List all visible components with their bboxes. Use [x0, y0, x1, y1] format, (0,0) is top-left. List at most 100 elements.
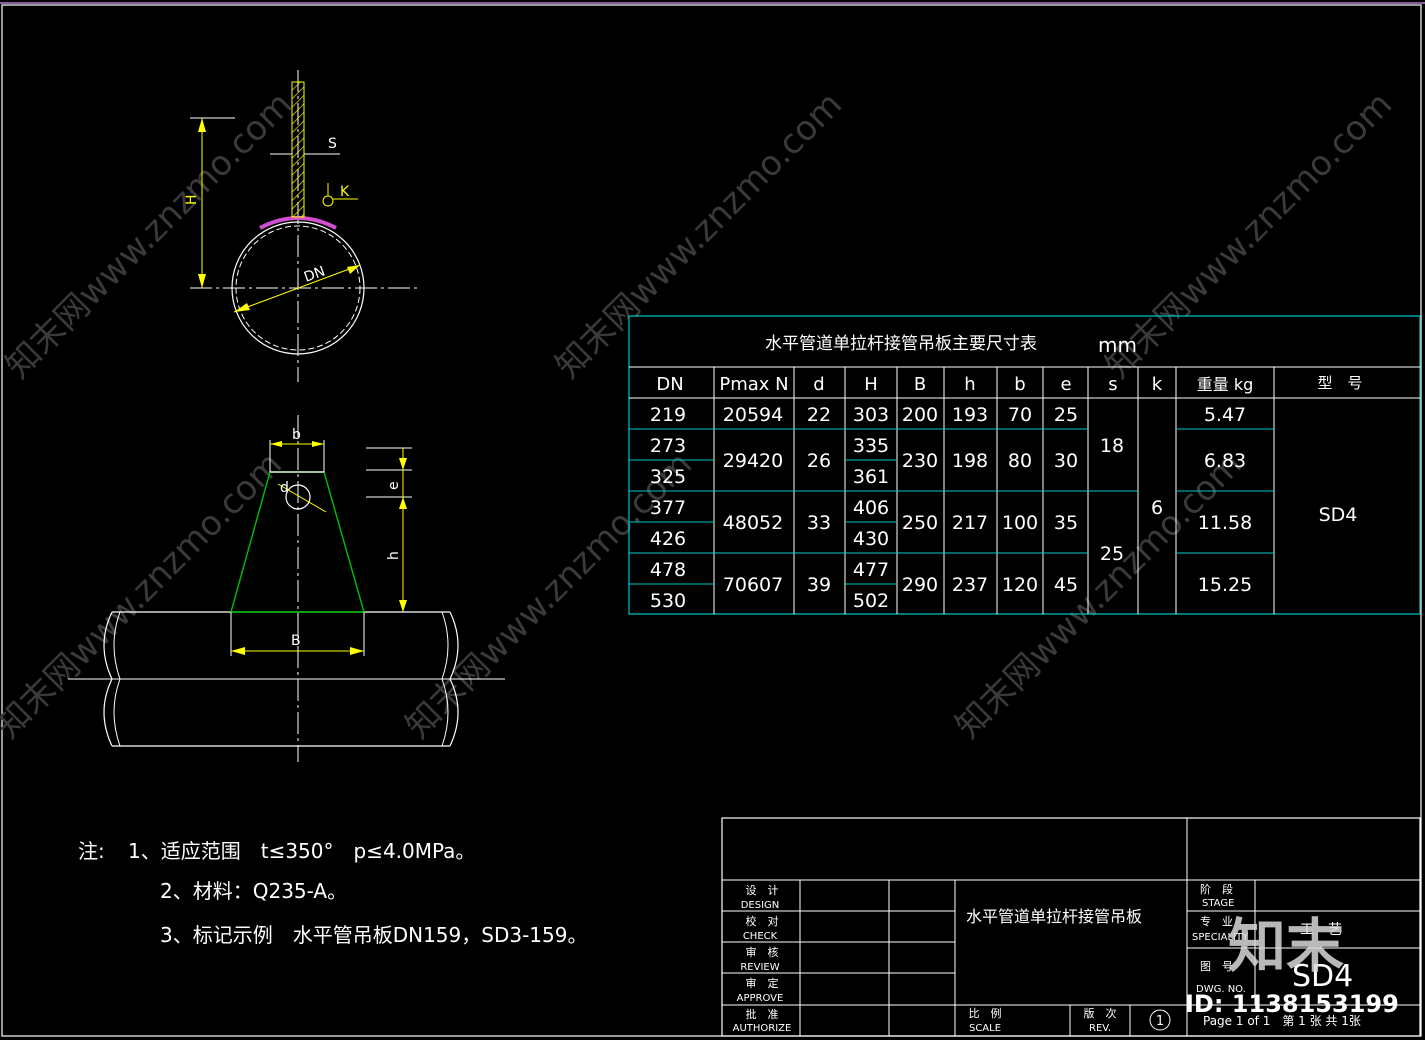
cell-dn: 325 [650, 466, 686, 488]
scale-cn: 比 例 [969, 1006, 1002, 1020]
role-cn: 设 计 [746, 884, 779, 897]
rev-en: REV. [1089, 1023, 1111, 1034]
note-line: 2、材料：Q235-A。 [160, 879, 347, 903]
cell-d: 26 [807, 450, 831, 472]
scale-en: SCALE [969, 1023, 1001, 1034]
stage-cn: 阶 段 [1200, 882, 1233, 896]
cell-pmax: 70607 [723, 574, 783, 596]
role-en: CHECK [743, 931, 778, 942]
notes-prefix: 注: [78, 839, 105, 863]
cell-dn: 219 [650, 404, 686, 426]
cell-kg: 11.58 [1198, 512, 1252, 534]
cell-d: 39 [807, 574, 831, 596]
dimension-table: 水平管道单拉杆接管吊板主要尺寸表 mm DN Pmax N d H B h b … [628, 315, 1421, 615]
cell-b: 80 [1008, 450, 1032, 472]
dim-label-s: S [328, 136, 337, 152]
cell-e: 30 [1054, 450, 1078, 472]
role-en: REVIEW [740, 962, 779, 973]
cell-B: 250 [902, 512, 938, 534]
col-header: k [1152, 374, 1163, 395]
watermark: 知末网www.znzmo.com [1098, 84, 1400, 386]
rev-value: 1 [1156, 1014, 1164, 1029]
cell-dn: 377 [650, 497, 686, 519]
dim-label-d: d [280, 480, 289, 496]
note-line: 1、适应范围 t≤350° p≤4.0MPa。 [128, 839, 475, 863]
watermark-group: 知末网www.znzmo.com 知末网www.znzmo.com 知末网www… [0, 84, 1400, 746]
cell-d: 22 [807, 404, 831, 426]
watermark: 知末网www.znzmo.com [0, 84, 300, 386]
cell-model: SD4 [1319, 504, 1358, 526]
stage-en: STAGE [1202, 898, 1234, 909]
role-en: DESIGN [741, 900, 780, 911]
cell-dn: 530 [650, 590, 686, 612]
cell-B: 230 [902, 450, 938, 472]
col-header: DN [656, 374, 683, 395]
cell-kg: 15.25 [1198, 574, 1252, 596]
cell-s: 25 [1100, 543, 1124, 565]
col-header: e [1060, 374, 1071, 395]
cad-drawing: 知末网www.znzmo.com 知末网www.znzmo.com 知末网www… [0, 2, 1425, 1037]
cell-H: 502 [853, 590, 889, 612]
dim-label-b: b [292, 427, 301, 443]
table-title: 水平管道单拉杆接管吊板主要尺寸表 [765, 334, 1037, 354]
cell-h: 198 [952, 450, 988, 472]
cell-h: 217 [952, 512, 988, 534]
col-header: 型 号 [1317, 374, 1362, 392]
role-cn: 批 准 [746, 1007, 779, 1021]
cell-dn: 273 [650, 435, 686, 457]
role-en: APPROVE [737, 993, 784, 1004]
cell-dn: 478 [650, 559, 686, 581]
dim-label-h-upper: H [184, 194, 200, 205]
cell-H: 361 [853, 466, 889, 488]
cell-kg: 5.47 [1204, 404, 1246, 426]
cell-h: 193 [952, 404, 988, 426]
drawing-title: 水平管道单拉杆接管吊板 [966, 907, 1142, 926]
cell-B: 200 [902, 404, 938, 426]
rev-cn: 版 次 [1084, 1006, 1117, 1020]
cell-H: 406 [853, 497, 889, 519]
cell-H: 477 [853, 559, 889, 581]
cell-dn: 426 [650, 528, 686, 550]
col-header: b [1014, 374, 1025, 395]
cell-e: 25 [1054, 404, 1078, 426]
col-header: 重量 kg [1197, 375, 1254, 394]
role-en: AUTHORIZE [733, 1023, 792, 1034]
dim-label-e: e [386, 481, 402, 490]
cell-kg: 6.83 [1204, 450, 1246, 472]
cell-k: 6 [1151, 497, 1163, 519]
role-cn: 校 对 [746, 914, 779, 928]
cell-d: 33 [807, 512, 831, 534]
brand-logo: 知末 [1228, 912, 1344, 980]
cell-H: 335 [853, 435, 889, 457]
cell-pmax: 29420 [723, 450, 783, 472]
dim-label-dn: DN [302, 263, 327, 285]
cell-e: 45 [1054, 574, 1078, 596]
notes: 注: 1、适应范围 t≤350° p≤4.0MPa。 2、材料：Q235-A。 … [78, 839, 587, 947]
cell-H: 430 [853, 528, 889, 550]
cell-B: 290 [902, 574, 938, 596]
cell-s: 18 [1100, 435, 1124, 457]
role-cn: 审 定 [746, 976, 779, 990]
role-cn: 审 核 [746, 945, 779, 959]
col-header: h [964, 374, 975, 395]
col-header: H [864, 374, 878, 395]
cell-pmax: 48052 [723, 512, 783, 534]
dim-label-B: B [291, 633, 301, 649]
weld-label-k: K [340, 184, 350, 200]
hanger-rod [291, 81, 305, 218]
cell-b: 100 [1002, 512, 1038, 534]
col-header: d [813, 374, 824, 395]
cell-pmax: 20594 [723, 404, 783, 426]
col-header: B [914, 374, 926, 395]
dim-label-h-lower: h [386, 551, 402, 560]
col-header: s [1108, 374, 1117, 395]
col-header: Pmax N [719, 374, 788, 395]
table-unit: mm [1098, 333, 1137, 357]
cell-b: 70 [1008, 404, 1032, 426]
top-view: S K H DN [184, 70, 418, 382]
brand-id: ID: 1138153199 [1185, 990, 1399, 1018]
cell-e: 35 [1054, 512, 1078, 534]
cell-h: 237 [952, 574, 988, 596]
watermark: 知末网www.znzmo.com [0, 444, 290, 746]
cell-b: 120 [1002, 574, 1038, 596]
